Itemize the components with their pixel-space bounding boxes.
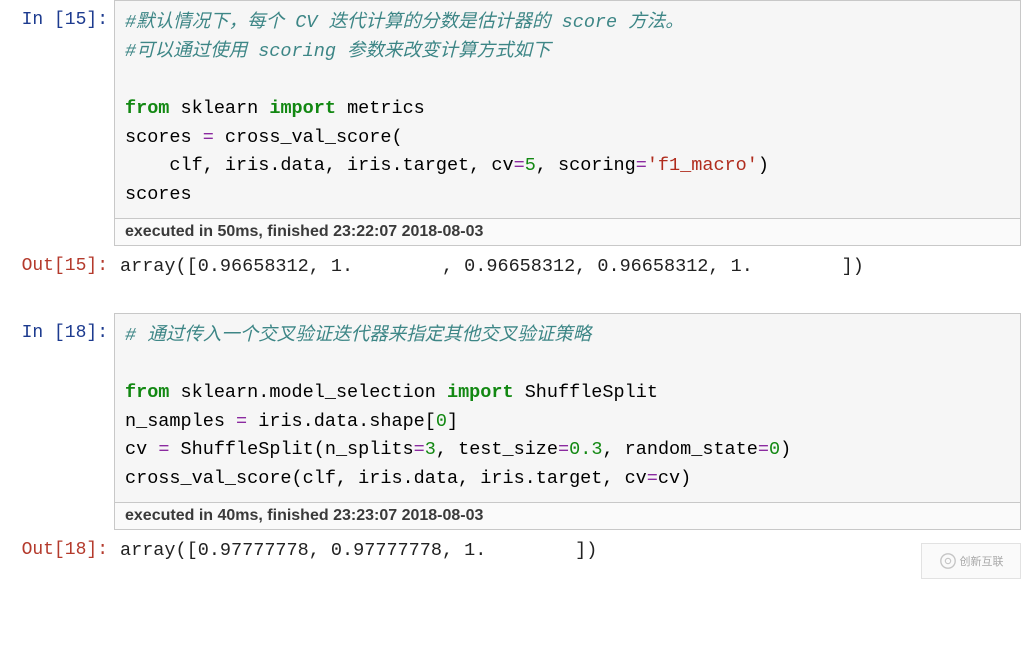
kw-import: import [269, 98, 336, 119]
op-eq: = [514, 155, 525, 176]
op-eq: = [158, 439, 169, 460]
cell-gap [0, 295, 1021, 313]
args: , random_state [602, 439, 757, 460]
input-content: #默认情况下，每个 CV 迭代计算的分数是估计器的 score 方法。 #可以通… [114, 0, 1021, 246]
input-cell: In [15]: #默认情况下，每个 CV 迭代计算的分数是估计器的 score… [0, 0, 1021, 246]
input-cell: In [18]: # 通过传入一个交叉验证迭代器来指定其他交叉验证策略 from… [0, 313, 1021, 530]
execution-status: executed in 40ms, finished 23:23:07 2018… [114, 503, 1021, 530]
paren: ) [758, 155, 769, 176]
comment: #可以通过使用 scoring 参数来改变计算方式如下 [125, 41, 551, 62]
module-tail: ShuffleSplit [514, 382, 658, 403]
module: sklearn [169, 98, 269, 119]
op-eq: = [203, 127, 214, 148]
num: 3 [425, 439, 436, 460]
args: , test_size [436, 439, 558, 460]
var: cv [125, 439, 158, 460]
in-prompt: In [15]: [0, 0, 114, 246]
logo-icon [939, 552, 957, 570]
num: 5 [525, 155, 536, 176]
comment: #默认情况下，每个 CV 迭代计算的分数是估计器的 score 方法。 [125, 12, 684, 33]
var: scores [125, 127, 203, 148]
input-content: # 通过传入一个交叉验证迭代器来指定其他交叉验证策略 from sklearn.… [114, 313, 1021, 530]
output-text: array([0.97777778, 0.97777778, 1. ]) [114, 530, 1021, 579]
output-cell: Out[15]: array([0.96658312, 1. , 0.96658… [0, 246, 1021, 295]
execution-status: executed in 50ms, finished 23:22:07 2018… [114, 219, 1021, 246]
out-prompt: Out[15]: [0, 246, 114, 295]
kw-from: from [125, 382, 169, 403]
num: 0.3 [569, 439, 602, 460]
in-prompt: In [18]: [0, 313, 114, 530]
var: scores [125, 184, 192, 205]
watermark-logo: 创新互联 [921, 543, 1021, 579]
kw-from: from [125, 98, 169, 119]
output-cell: Out[18]: array([0.97777778, 0.97777778, … [0, 530, 1021, 579]
module: sklearn.model_selection [169, 382, 447, 403]
args: cv) [658, 468, 691, 489]
bracket: ] [447, 411, 458, 432]
num: 0 [769, 439, 780, 460]
code-area[interactable]: # 通过传入一个交叉验证迭代器来指定其他交叉验证策略 from sklearn.… [114, 313, 1021, 503]
call: cross_val_score( [214, 127, 403, 148]
args: , scoring [536, 155, 636, 176]
module-tail: metrics [336, 98, 425, 119]
var: n_samples [125, 411, 236, 432]
op-eq: = [647, 468, 658, 489]
output-content: array([0.97777778, 0.97777778, 1. ]) [114, 530, 1021, 579]
call: cross_val_score(clf, iris.data, iris.tar… [125, 468, 647, 489]
op-eq: = [636, 155, 647, 176]
expr: iris.data.shape[ [247, 411, 436, 432]
args: clf, iris.data, iris.target, cv [125, 155, 514, 176]
string: 'f1_macro' [647, 155, 758, 176]
out-prompt: Out[18]: [0, 530, 114, 579]
kw-import: import [447, 382, 514, 403]
op-eq: = [236, 411, 247, 432]
num: 0 [436, 411, 447, 432]
call: ShuffleSplit(n_splits [169, 439, 413, 460]
op-eq: = [758, 439, 769, 460]
output-content: array([0.96658312, 1. , 0.96658312, 0.96… [114, 246, 1021, 295]
op-eq: = [558, 439, 569, 460]
comment: # 通过传入一个交叉验证迭代器来指定其他交叉验证策略 [125, 325, 591, 346]
paren: ) [780, 439, 791, 460]
output-text: array([0.96658312, 1. , 0.96658312, 0.96… [114, 246, 1021, 295]
watermark-text: 创新互联 [960, 553, 1004, 569]
code-area[interactable]: #默认情况下，每个 CV 迭代计算的分数是估计器的 score 方法。 #可以通… [114, 0, 1021, 219]
op-eq: = [414, 439, 425, 460]
